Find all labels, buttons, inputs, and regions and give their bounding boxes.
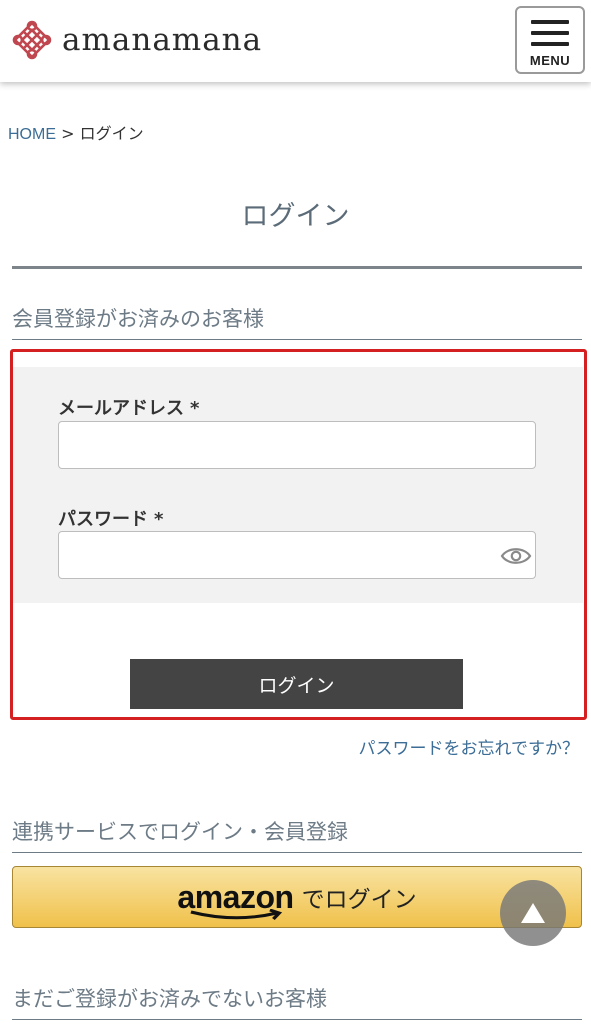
breadcrumb-separator: > bbox=[61, 124, 75, 143]
guest-section-heading: まだご登録がお済みでないお客様 bbox=[12, 983, 582, 1020]
login-button[interactable]: ログイン bbox=[130, 659, 463, 709]
eye-icon[interactable] bbox=[500, 545, 532, 567]
site-header: amanamana MENU bbox=[0, 0, 591, 82]
email-label-text: メールアドレス bbox=[58, 398, 184, 419]
site-logo[interactable]: amanamana bbox=[12, 18, 262, 62]
amazon-login-button[interactable]: amazon でログイン bbox=[12, 866, 582, 928]
amazon-button-label: でログイン bbox=[301, 887, 417, 913]
password-field[interactable] bbox=[58, 531, 536, 579]
page-title: ログイン bbox=[241, 201, 350, 232]
amazon-logo: amazon bbox=[177, 879, 294, 920]
social-section-heading: 連携サービスでログイン・会員登録 bbox=[12, 816, 582, 853]
triangle-up-icon bbox=[521, 903, 545, 923]
forgot-password-link[interactable]: パスワードをお忘れですか？ bbox=[359, 734, 580, 759]
email-label: メールアドレス * bbox=[58, 394, 199, 420]
breadcrumb-home-link[interactable]: HOME bbox=[8, 126, 56, 143]
email-required-mark: * bbox=[190, 398, 200, 419]
breadcrumb: HOME > ログイン bbox=[8, 120, 144, 144]
email-field[interactable] bbox=[58, 421, 536, 469]
breadcrumb-current: ログイン bbox=[79, 124, 144, 143]
amazon-smile-icon bbox=[190, 908, 283, 920]
hamburger-icon bbox=[531, 20, 569, 24]
title-divider bbox=[12, 266, 582, 269]
member-section-heading: 会員登録がお済みのお客様 bbox=[12, 303, 582, 340]
password-label: パスワード * bbox=[58, 505, 163, 531]
login-button-label: ログイン bbox=[258, 674, 335, 697]
menu-button[interactable]: MENU bbox=[515, 6, 585, 74]
password-required-mark: * bbox=[154, 509, 164, 530]
knot-logo-icon bbox=[12, 20, 52, 60]
menu-label: MENU bbox=[529, 53, 571, 68]
logo-text: amanamana bbox=[62, 22, 263, 58]
scroll-to-top-button[interactable] bbox=[500, 880, 566, 946]
password-label-text: パスワード bbox=[58, 509, 148, 530]
